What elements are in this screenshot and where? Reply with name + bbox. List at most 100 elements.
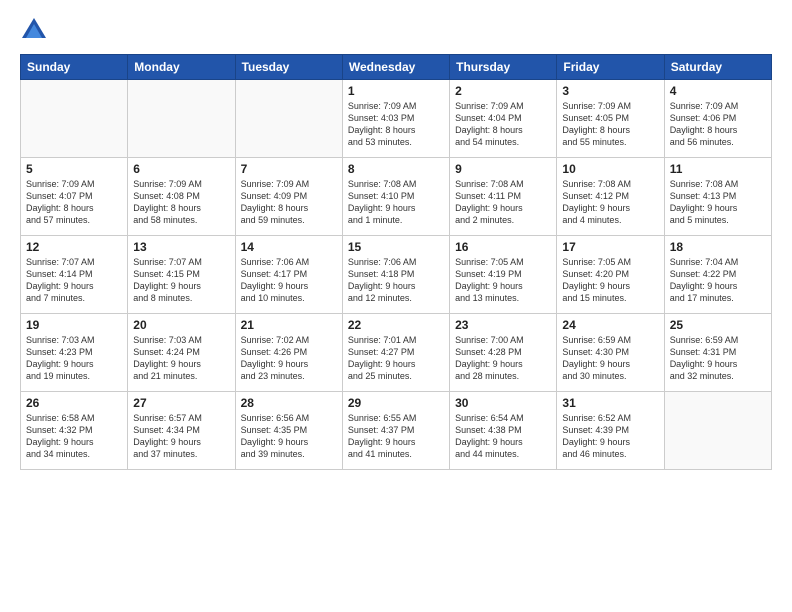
calendar-cell: 16 Sunrise: 7:05 AM Sunset: 4:19 PM Dayli… [450, 236, 557, 314]
calendar-week-row: 1Sunrise: 7:09 AM Sunset: 4:03 PM Daylig… [21, 80, 772, 158]
day-info: Sunrise: 6:55 AM Sunset: 4:37 PM Dayligh… [348, 412, 444, 461]
calendar-cell: 10 Sunrise: 7:08 AM Sunset: 4:12 PM Dayli… [557, 158, 664, 236]
calendar-cell: 27 Sunrise: 6:57 AM Sunset: 4:34 PM Dayli… [128, 392, 235, 470]
day-info: Sunrise: 7:09 AM Sunset: 4:07 PM Dayligh… [26, 178, 122, 227]
day-number: 21 [241, 318, 337, 332]
calendar-cell: 2Sunrise: 7:09 AM Sunset: 4:04 PM Daylig… [450, 80, 557, 158]
day-number: 19 [26, 318, 122, 332]
calendar-cell: 20 Sunrise: 7:03 AM Sunset: 4:24 PM Dayli… [128, 314, 235, 392]
calendar-cell: 1Sunrise: 7:09 AM Sunset: 4:03 PM Daylig… [342, 80, 449, 158]
calendar-cell: 5 Sunrise: 7:09 AM Sunset: 4:07 PM Daylig… [21, 158, 128, 236]
calendar-cell: 15 Sunrise: 7:06 AM Sunset: 4:18 PM Dayli… [342, 236, 449, 314]
calendar-header-row: SundayMondayTuesdayWednesdayThursdayFrid… [21, 55, 772, 80]
day-number: 4 [670, 84, 766, 98]
day-number: 20 [133, 318, 229, 332]
day-number: 25 [670, 318, 766, 332]
calendar-cell: 17Sunrise: 7:05 AM Sunset: 4:20 PM Dayli… [557, 236, 664, 314]
day-number: 30 [455, 396, 551, 410]
calendar-cell [128, 80, 235, 158]
calendar-cell [235, 80, 342, 158]
day-info: Sunrise: 7:02 AM Sunset: 4:26 PM Dayligh… [241, 334, 337, 383]
calendar: SundayMondayTuesdayWednesdayThursdayFrid… [20, 54, 772, 470]
day-info: Sunrise: 6:54 AM Sunset: 4:38 PM Dayligh… [455, 412, 551, 461]
day-number: 9 [455, 162, 551, 176]
day-number: 11 [670, 162, 766, 176]
calendar-cell: 7 Sunrise: 7:09 AM Sunset: 4:09 PM Daylig… [235, 158, 342, 236]
day-number: 15 [348, 240, 444, 254]
day-info: Sunrise: 7:04 AM Sunset: 4:22 PM Dayligh… [670, 256, 766, 305]
day-number: 3 [562, 84, 658, 98]
day-info: Sunrise: 7:07 AM Sunset: 4:14 PM Dayligh… [26, 256, 122, 305]
day-info: Sunrise: 7:08 AM Sunset: 4:12 PM Dayligh… [562, 178, 658, 227]
day-number: 14 [241, 240, 337, 254]
day-info: Sunrise: 7:09 AM Sunset: 4:05 PM Dayligh… [562, 100, 658, 149]
day-info: Sunrise: 6:52 AM Sunset: 4:39 PM Dayligh… [562, 412, 658, 461]
calendar-cell: 13 Sunrise: 7:07 AM Sunset: 4:15 PM Dayli… [128, 236, 235, 314]
calendar-cell: 6 Sunrise: 7:09 AM Sunset: 4:08 PM Daylig… [128, 158, 235, 236]
day-info: Sunrise: 7:08 AM Sunset: 4:10 PM Dayligh… [348, 178, 444, 227]
calendar-cell: 23 Sunrise: 7:00 AM Sunset: 4:28 PM Dayli… [450, 314, 557, 392]
header [20, 16, 772, 44]
day-number: 28 [241, 396, 337, 410]
day-info: Sunrise: 7:09 AM Sunset: 4:06 PM Dayligh… [670, 100, 766, 149]
page: SundayMondayTuesdayWednesdayThursdayFrid… [0, 0, 792, 612]
day-info: Sunrise: 6:57 AM Sunset: 4:34 PM Dayligh… [133, 412, 229, 461]
calendar-cell: 11Sunrise: 7:08 AM Sunset: 4:13 PM Dayli… [664, 158, 771, 236]
day-number: 13 [133, 240, 229, 254]
day-number: 12 [26, 240, 122, 254]
day-number: 22 [348, 318, 444, 332]
day-info: Sunrise: 7:08 AM Sunset: 4:11 PM Dayligh… [455, 178, 551, 227]
day-number: 5 [26, 162, 122, 176]
calendar-cell: 8 Sunrise: 7:08 AM Sunset: 4:10 PM Daylig… [342, 158, 449, 236]
day-info: Sunrise: 7:00 AM Sunset: 4:28 PM Dayligh… [455, 334, 551, 383]
calendar-cell [664, 392, 771, 470]
day-info: Sunrise: 7:09 AM Sunset: 4:08 PM Dayligh… [133, 178, 229, 227]
day-info: Sunrise: 7:01 AM Sunset: 4:27 PM Dayligh… [348, 334, 444, 383]
calendar-week-row: 19Sunrise: 7:03 AM Sunset: 4:23 PM Dayli… [21, 314, 772, 392]
day-number: 24 [562, 318, 658, 332]
logo-icon [20, 16, 48, 44]
day-number: 27 [133, 396, 229, 410]
calendar-cell: 29 Sunrise: 6:55 AM Sunset: 4:37 PM Dayli… [342, 392, 449, 470]
calendar-cell: 21 Sunrise: 7:02 AM Sunset: 4:26 PM Dayli… [235, 314, 342, 392]
calendar-cell: 14 Sunrise: 7:06 AM Sunset: 4:17 PM Dayli… [235, 236, 342, 314]
day-number: 18 [670, 240, 766, 254]
calendar-cell: 25 Sunrise: 6:59 AM Sunset: 4:31 PM Dayli… [664, 314, 771, 392]
day-info: Sunrise: 7:05 AM Sunset: 4:20 PM Dayligh… [562, 256, 658, 305]
day-info: Sunrise: 6:59 AM Sunset: 4:30 PM Dayligh… [562, 334, 658, 383]
day-number: 29 [348, 396, 444, 410]
day-number: 10 [562, 162, 658, 176]
calendar-cell: 31Sunrise: 6:52 AM Sunset: 4:39 PM Dayli… [557, 392, 664, 470]
day-number: 8 [348, 162, 444, 176]
calendar-week-row: 12 Sunrise: 7:07 AM Sunset: 4:14 PM Dayli… [21, 236, 772, 314]
day-info: Sunrise: 6:59 AM Sunset: 4:31 PM Dayligh… [670, 334, 766, 383]
calendar-header-sunday: Sunday [21, 55, 128, 80]
day-info: Sunrise: 7:03 AM Sunset: 4:24 PM Dayligh… [133, 334, 229, 383]
calendar-header-tuesday: Tuesday [235, 55, 342, 80]
day-info: Sunrise: 7:05 AM Sunset: 4:19 PM Dayligh… [455, 256, 551, 305]
calendar-cell: 19Sunrise: 7:03 AM Sunset: 4:23 PM Dayli… [21, 314, 128, 392]
calendar-header-wednesday: Wednesday [342, 55, 449, 80]
calendar-cell: 30 Sunrise: 6:54 AM Sunset: 4:38 PM Dayli… [450, 392, 557, 470]
day-number: 6 [133, 162, 229, 176]
day-number: 7 [241, 162, 337, 176]
day-info: Sunrise: 7:07 AM Sunset: 4:15 PM Dayligh… [133, 256, 229, 305]
calendar-cell: 22 Sunrise: 7:01 AM Sunset: 4:27 PM Dayli… [342, 314, 449, 392]
calendar-header-friday: Friday [557, 55, 664, 80]
day-number: 23 [455, 318, 551, 332]
calendar-header-thursday: Thursday [450, 55, 557, 80]
day-info: Sunrise: 7:06 AM Sunset: 4:18 PM Dayligh… [348, 256, 444, 305]
day-info: Sunrise: 7:09 AM Sunset: 4:03 PM Dayligh… [348, 100, 444, 149]
calendar-header-monday: Monday [128, 55, 235, 80]
day-info: Sunrise: 7:06 AM Sunset: 4:17 PM Dayligh… [241, 256, 337, 305]
calendar-cell: 26 Sunrise: 6:58 AM Sunset: 4:32 PM Dayli… [21, 392, 128, 470]
day-number: 26 [26, 396, 122, 410]
calendar-header-saturday: Saturday [664, 55, 771, 80]
calendar-cell: 28Sunrise: 6:56 AM Sunset: 4:35 PM Dayli… [235, 392, 342, 470]
day-info: Sunrise: 6:58 AM Sunset: 4:32 PM Dayligh… [26, 412, 122, 461]
calendar-cell: 24 Sunrise: 6:59 AM Sunset: 4:30 PM Dayli… [557, 314, 664, 392]
calendar-cell: 9 Sunrise: 7:08 AM Sunset: 4:11 PM Daylig… [450, 158, 557, 236]
calendar-cell: 3 Sunrise: 7:09 AM Sunset: 4:05 PM Daylig… [557, 80, 664, 158]
day-number: 16 [455, 240, 551, 254]
day-info: Sunrise: 7:09 AM Sunset: 4:09 PM Dayligh… [241, 178, 337, 227]
